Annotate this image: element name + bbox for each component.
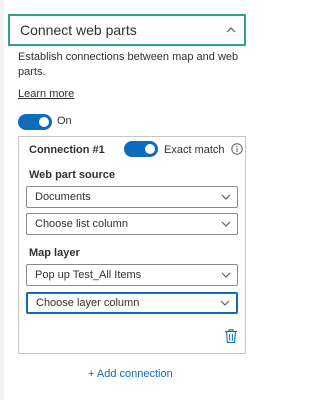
chevron-down-icon [221,194,231,200]
map-layer-label: Map layer [29,247,80,259]
map-layer-dropdown[interactable]: Pop up Test_All Items [26,264,238,286]
connection-card: Connection #1 Exact match Web part sourc… [18,136,246,354]
web-part-source-value: Documents [35,191,91,203]
chevron-up-icon[interactable] [226,25,236,35]
section-title: Connect web parts [20,22,137,38]
add-connection-button[interactable]: + Add connection [88,368,173,380]
chevron-down-icon [221,221,231,227]
web-part-source-label: Web part source [29,169,115,181]
connection-title: Connection #1 [29,144,105,156]
info-icon[interactable] [231,143,243,155]
learn-more-link[interactable]: Learn more [18,88,74,100]
connection-toggle[interactable] [18,114,52,130]
layer-column-placeholder: Choose layer column [36,297,140,309]
chevron-down-icon [220,300,230,306]
trash-icon[interactable] [224,328,238,344]
section-description: Establish connections between map and we… [18,51,239,78]
list-column-dropdown[interactable]: Choose list column [26,213,238,235]
map-layer-value: Pop up Test_All Items [35,269,142,281]
list-column-placeholder: Choose list column [35,218,128,230]
chevron-down-icon [221,272,231,278]
toggle-knob [145,144,155,154]
connection-toggle-label: On [57,115,72,127]
left-rail [0,0,4,400]
exact-match-toggle[interactable] [124,141,158,157]
connect-web-parts-header[interactable]: Connect web parts [8,14,246,46]
toggle-knob [39,117,49,127]
exact-match-label: Exact match [164,144,225,156]
web-part-source-dropdown[interactable]: Documents [26,186,238,208]
layer-column-dropdown[interactable]: Choose layer column [26,292,238,314]
